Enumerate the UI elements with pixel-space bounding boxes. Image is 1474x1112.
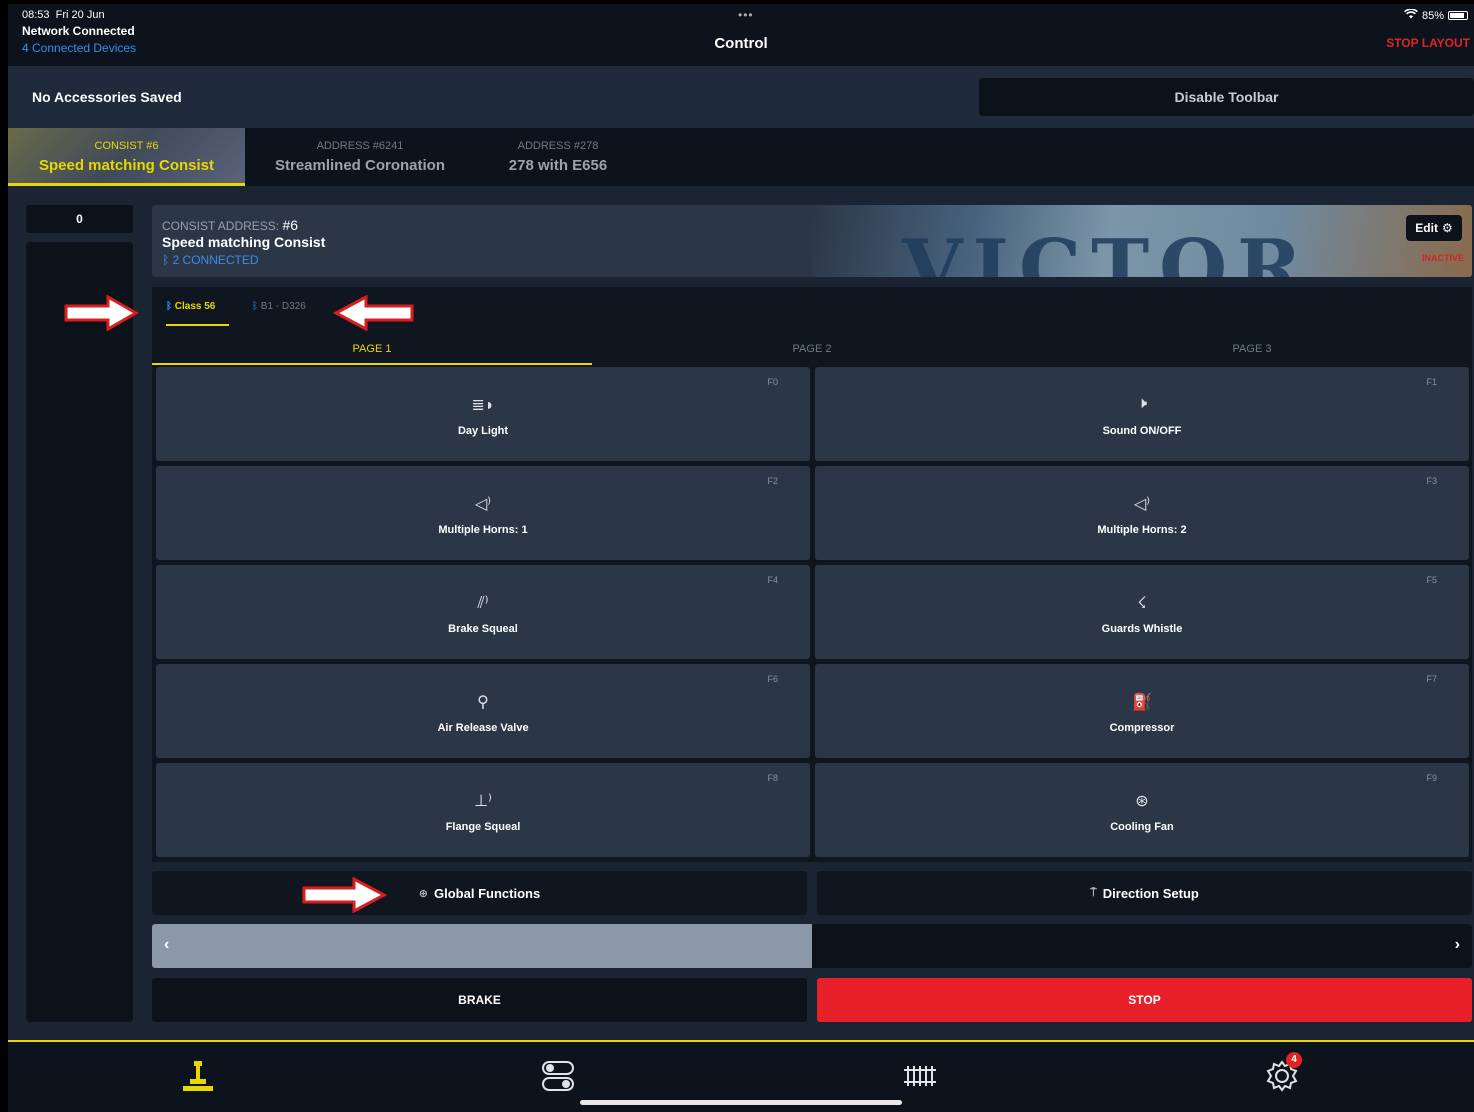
function-button-f6[interactable]: F6 ⚲ Air Release Valve: [156, 664, 810, 758]
battery-status: 85%: [1404, 8, 1468, 22]
sub-tab-class-56[interactable]: ᛒ Class 56: [166, 301, 230, 326]
status-clock: 08:53 Fri 20 Jun: [22, 9, 105, 21]
horn-icon: ◁⁾: [1133, 496, 1151, 513]
loco-tab-278[interactable]: ADDRESS #278 278 with E656: [490, 128, 626, 186]
bluetooth-icon: ᛒ: [252, 301, 258, 312]
page-tabs: PAGE 1 PAGE 2 PAGE 3: [152, 337, 1472, 365]
throttle-icon[interactable]: [176, 1056, 220, 1096]
globe-icon: ⊕: [418, 887, 429, 900]
track-icon[interactable]: [898, 1056, 942, 1096]
speed-slider[interactable]: ‹ ›: [152, 924, 1472, 968]
settings-icon[interactable]: 4: [1260, 1052, 1304, 1096]
function-button-f7[interactable]: F7 ⛽ Compressor: [815, 664, 1469, 758]
battery-icon: [1448, 11, 1468, 20]
horn-icon: ◁⁾: [474, 496, 492, 513]
chevron-left-icon[interactable]: ‹: [164, 936, 169, 954]
fan-icon: ⊛: [1135, 793, 1149, 810]
brake-button[interactable]: BRAKE: [152, 978, 807, 1022]
function-button-f9[interactable]: F9 ⊛ Cooling Fan: [815, 763, 1469, 857]
speed-slider-fill: [152, 924, 812, 968]
function-button-f8[interactable]: F8 ⊥⁾ Flange Squeal: [156, 763, 810, 857]
annotation-arrow-right-icon: [64, 295, 140, 331]
tab-page-3[interactable]: PAGE 3: [1032, 337, 1472, 365]
stop-button[interactable]: STOP: [817, 978, 1472, 1022]
loco-tabs: CONSIST #6 Speed matching Consist ADDRES…: [8, 128, 1474, 186]
function-button-f3[interactable]: F3 ◁⁾ Multiple Horns: 2: [815, 466, 1469, 560]
brake-icon: ⫽⁾: [477, 595, 489, 612]
bluetooth-icon: ᛒ: [166, 301, 172, 312]
global-functions-button[interactable]: ⊕ Global Functions: [152, 871, 807, 915]
function-button-f2[interactable]: F2 ◁⁾ Multiple Horns: 1: [156, 466, 810, 560]
direction-icon: ⍑: [1090, 886, 1097, 899]
toggles-icon[interactable]: [536, 1056, 580, 1096]
function-button-f1[interactable]: F1 🕨 Sound ON/OFF: [815, 367, 1469, 461]
title-bar: 08:53 Fri 20 Jun Network Connected 4 Con…: [8, 4, 1474, 66]
loco-tab-consist-6[interactable]: CONSIST #6 Speed matching Consist: [8, 128, 245, 186]
bluetooth-icon: ᛒ: [162, 253, 170, 267]
throttle-slider[interactable]: [26, 242, 133, 1022]
edit-button[interactable]: Edit ⚙: [1406, 215, 1462, 241]
wifi-icon: [1404, 8, 1418, 22]
direction-setup-button[interactable]: ⍑ Direction Setup: [817, 871, 1472, 915]
flange-icon: ⊥⁾: [474, 793, 492, 810]
inactive-badge: INACTIVE: [1421, 253, 1464, 263]
speed-readout: 0: [26, 205, 133, 233]
home-indicator[interactable]: [580, 1100, 902, 1105]
tab-page-1[interactable]: PAGE 1: [152, 337, 592, 365]
whistle-icon: ☇: [1137, 595, 1147, 612]
compressor-icon: ⛽: [1132, 694, 1152, 711]
accessories-bar: No Accessories Saved Disable Toolbar: [8, 66, 1474, 128]
consist-name: Speed matching Consist: [162, 234, 326, 250]
speaker-icon: 🕨: [1136, 395, 1148, 412]
disable-toolbar-button[interactable]: Disable Toolbar: [979, 78, 1474, 116]
consist-address: CONSIST ADDRESS: #6: [162, 217, 299, 233]
settings-badge: 4: [1286, 1052, 1302, 1068]
consist-card: VICTOR CONSIST ADDRESS: #6 Speed matchin…: [152, 205, 1472, 277]
chevron-right-icon[interactable]: ›: [1455, 936, 1460, 954]
function-button-f5[interactable]: F5 ☇ Guards Whistle: [815, 565, 1469, 659]
headlight-icon: ≣◗: [471, 397, 495, 414]
no-accessories-text: No Accessories Saved: [32, 89, 182, 105]
sub-tab-b1-d326[interactable]: ᛒ B1 - D326: [252, 301, 306, 324]
app-window: 08:53 Fri 20 Jun Network Connected 4 Con…: [8, 4, 1474, 1112]
function-button-f4[interactable]: F4 ⫽⁾ Brake Squeal: [156, 565, 810, 659]
valve-icon: ⚲: [477, 694, 489, 711]
consist-connected: ᛒ 2 CONNECTED: [162, 253, 259, 267]
loco-tab-6241[interactable]: ADDRESS #6241 Streamlined Coronation: [270, 128, 450, 186]
nameplate-text: VICTOR: [902, 223, 1312, 277]
page-title: Control: [714, 35, 768, 52]
tab-page-2[interactable]: PAGE 2: [592, 337, 1032, 365]
annotation-arrow-left-icon: [332, 295, 414, 331]
function-button-f0[interactable]: F0 ≣◗ Day Light: [156, 367, 810, 461]
stop-layout-button[interactable]: STOP LAYOUT: [1386, 36, 1470, 50]
multitask-dots-icon[interactable]: •••: [738, 8, 754, 22]
gear-icon: ⚙: [1441, 221, 1453, 235]
annotation-arrow-right-icon: [302, 877, 388, 913]
